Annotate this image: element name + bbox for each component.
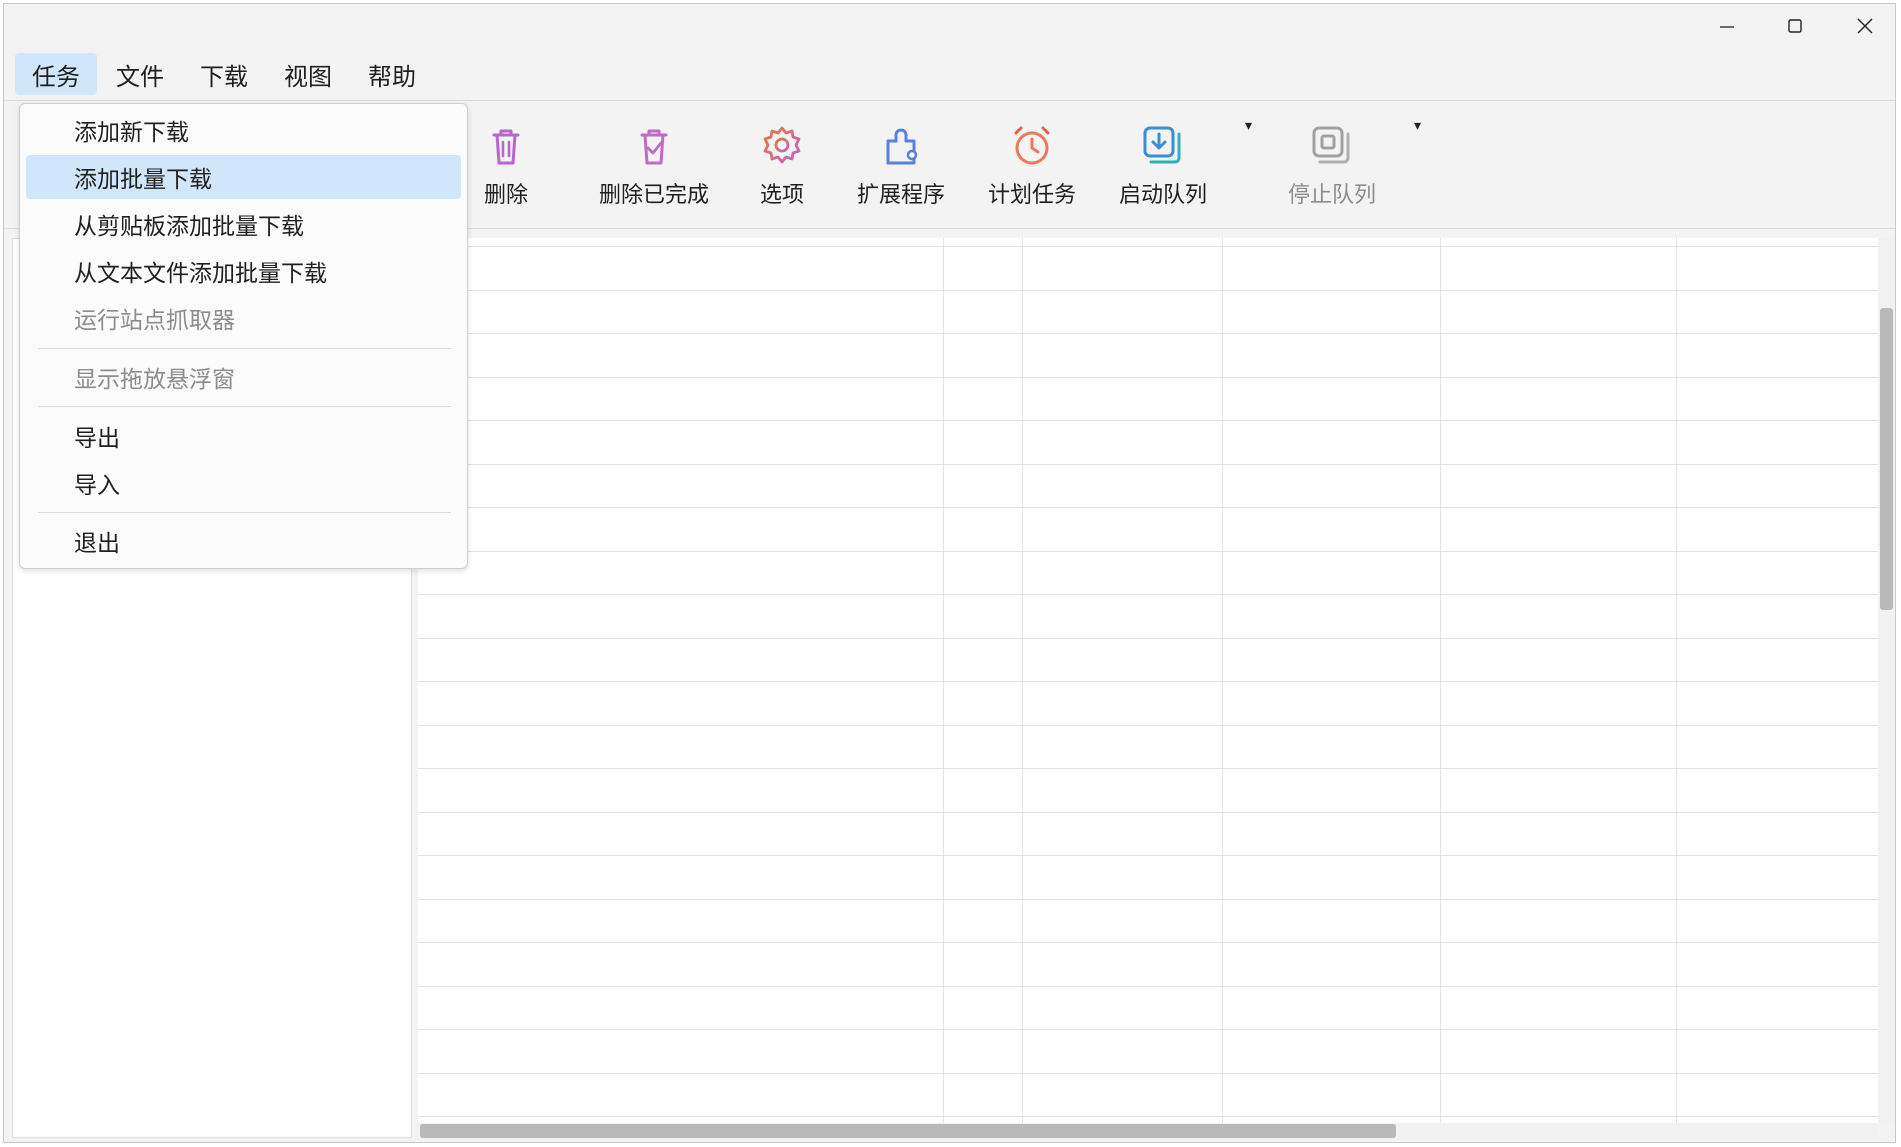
table-row-line xyxy=(418,681,1878,682)
extensions-label: 扩展程序 xyxy=(857,183,946,208)
table-row-line xyxy=(418,333,1878,334)
menu-item-export[interactable]: 导出 xyxy=(26,414,461,458)
menu-item-import[interactable]: 导入 xyxy=(26,461,461,505)
puzzle-icon xyxy=(879,123,923,169)
menu-separator xyxy=(38,406,451,407)
maximize-icon xyxy=(1788,19,1802,33)
scheduler-button[interactable]: 计划任务 xyxy=(988,123,1076,209)
maximize-button[interactable] xyxy=(1760,4,1830,48)
options-button[interactable]: 选项 xyxy=(760,123,804,209)
table-row-line xyxy=(418,1029,1878,1030)
table-row-line xyxy=(418,899,1878,900)
download-list-grid[interactable] xyxy=(418,238,1878,1123)
table-column-line xyxy=(1676,238,1677,1123)
table-row-line xyxy=(418,290,1878,291)
stop-queue-label: 停止队列 xyxy=(1288,183,1377,208)
table-row-line xyxy=(418,464,1878,465)
table-row-line xyxy=(418,377,1878,378)
delete-completed-label: 删除已完成 xyxy=(599,183,710,208)
menu-separator xyxy=(38,512,451,513)
menu-view[interactable]: 视图 xyxy=(267,53,349,95)
menu-help[interactable]: 帮助 xyxy=(351,53,433,95)
queue-download-icon xyxy=(1141,123,1185,169)
table-row-line xyxy=(418,638,1878,639)
stop-queue-button[interactable]: 停止队列 xyxy=(1288,123,1376,209)
gear-icon xyxy=(760,123,804,169)
trash-check-icon xyxy=(632,123,676,169)
close-button[interactable] xyxy=(1830,4,1895,48)
close-icon xyxy=(1857,18,1873,34)
menu-bar: 任务 文件 下载 视图 帮助 xyxy=(15,53,435,97)
menu-item-add-new-download[interactable]: 添加新下载 xyxy=(26,108,461,152)
table-row-line xyxy=(418,725,1878,726)
table-column-line xyxy=(1440,238,1441,1123)
menu-download[interactable]: 下载 xyxy=(183,53,265,95)
menu-item-exit[interactable]: 退出 xyxy=(26,519,461,563)
table-row-line xyxy=(418,1073,1878,1074)
delete-label: 删除 xyxy=(484,183,529,208)
menu-task[interactable]: 任务 xyxy=(15,53,97,95)
options-label: 选项 xyxy=(760,183,805,208)
menu-separator xyxy=(38,348,451,349)
alarm-clock-icon xyxy=(1010,123,1054,169)
minimize-icon xyxy=(1720,26,1734,28)
task-dropdown-menu: 添加新下载 添加批量下载 从剪贴板添加批量下载 从文本文件添加批量下载 运行站点… xyxy=(19,103,468,569)
app-window: 任务 文件 下载 视图 帮助 删除 删除已完成 选项 扩展程序 计划任务 启动队… xyxy=(3,3,1896,1143)
extensions-button[interactable]: 扩展程序 xyxy=(857,123,945,209)
menu-item-show-drop-target[interactable]: 显示拖放悬浮窗 xyxy=(26,355,461,399)
delete-completed-button[interactable]: 删除已完成 xyxy=(599,123,709,209)
delete-button[interactable]: 删除 xyxy=(484,123,528,209)
table-column-line xyxy=(943,238,944,1123)
table-row-line xyxy=(418,986,1878,987)
vertical-scrollbar-thumb[interactable] xyxy=(1880,308,1893,610)
queue-stop-icon xyxy=(1310,123,1354,169)
table-row-line xyxy=(418,855,1878,856)
minimize-button[interactable] xyxy=(1692,4,1762,48)
stop-queue-dropdown-arrow[interactable]: ▾ xyxy=(1414,118,1421,134)
menu-item-run-site-grabber[interactable]: 运行站点抓取器 xyxy=(26,296,461,340)
table-column-line xyxy=(1022,238,1023,1123)
table-row-line xyxy=(418,1116,1878,1117)
title-bar xyxy=(4,4,1895,48)
menu-item-add-batch-download[interactable]: 添加批量下载 xyxy=(26,155,461,199)
table-row-line xyxy=(418,551,1878,552)
table-column-line xyxy=(1222,238,1223,1123)
scheduler-label: 计划任务 xyxy=(988,183,1077,208)
table-row-line xyxy=(418,594,1878,595)
horizontal-scrollbar-thumb[interactable] xyxy=(420,1124,1396,1138)
start-queue-label: 启动队列 xyxy=(1119,183,1208,208)
trash-icon xyxy=(484,123,528,169)
menu-file[interactable]: 文件 xyxy=(99,53,181,95)
table-row-line xyxy=(418,420,1878,421)
table-row-line xyxy=(418,507,1878,508)
menu-item-add-batch-from-text-file[interactable]: 从文本文件添加批量下载 xyxy=(26,249,461,293)
menu-item-add-batch-from-clipboard[interactable]: 从剪贴板添加批量下载 xyxy=(26,202,461,246)
start-queue-button[interactable]: 启动队列 xyxy=(1119,123,1207,209)
table-row-line xyxy=(418,768,1878,769)
table-row-line xyxy=(418,812,1878,813)
table-row-line xyxy=(418,246,1878,247)
start-queue-dropdown-arrow[interactable]: ▾ xyxy=(1245,118,1252,134)
table-row-line xyxy=(418,942,1878,943)
